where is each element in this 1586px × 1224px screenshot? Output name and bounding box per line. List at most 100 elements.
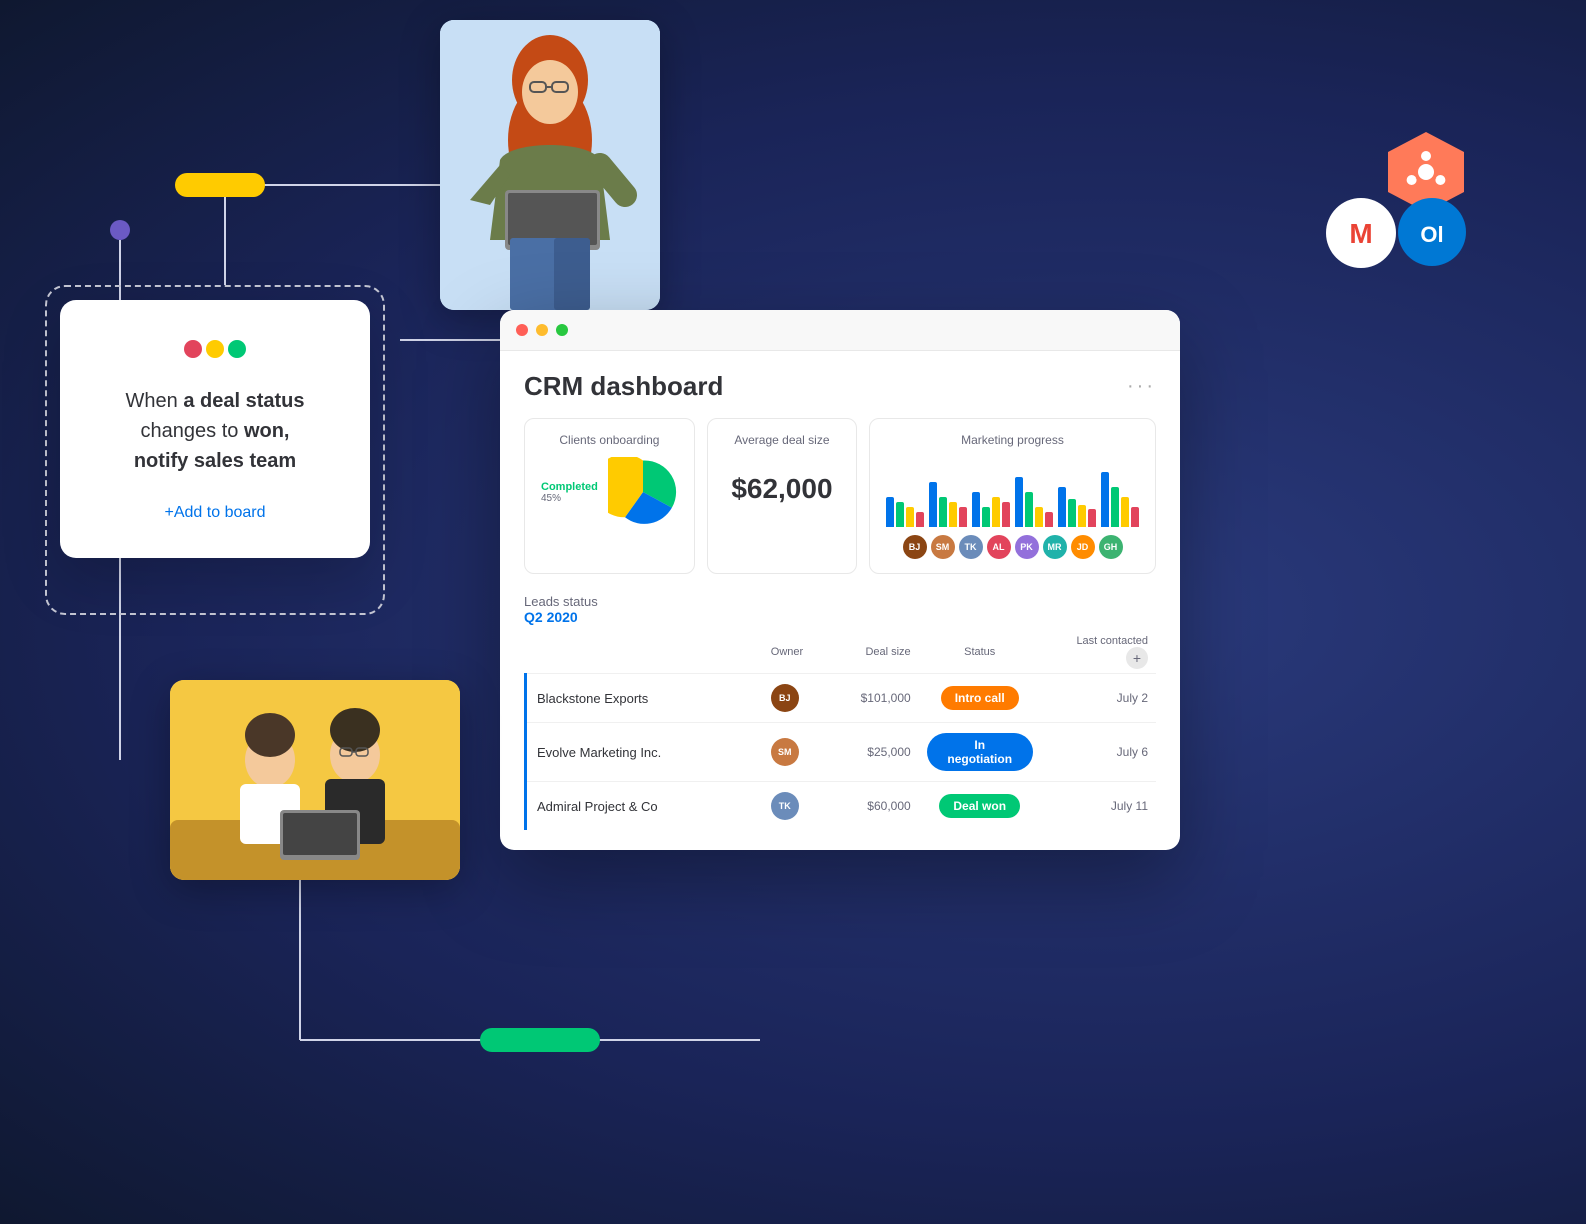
pie-legend-percent: 45% <box>541 493 598 504</box>
woman-figure-placeholder <box>440 20 660 310</box>
crm-title: CRM dashboard <box>524 371 723 402</box>
pie-chart <box>608 457 678 527</box>
logo-dot-red <box>184 340 202 358</box>
bar-segment <box>1131 507 1139 527</box>
stats-row: Clients onboarding Completed 45% <box>524 418 1156 574</box>
woman-photo <box>440 20 660 310</box>
bar-segment <box>1121 497 1129 527</box>
pie-legend-block: Completed 45% <box>541 481 598 504</box>
crm-header: CRM dashboard ··· <box>524 371 1156 402</box>
date-cell: July 2 <box>1041 674 1156 723</box>
avatar-1: BJ <box>903 535 927 559</box>
yellow-pill-connector <box>175 173 265 197</box>
bar-segment <box>896 502 904 527</box>
avatars-row: BJ SM TK AL PK MR JD GH <box>886 535 1139 559</box>
crm-menu-dots[interactable]: ··· <box>1127 375 1156 398</box>
purple-dot-connector <box>110 220 130 240</box>
bar-segment <box>1015 477 1023 527</box>
bar-group <box>886 497 924 527</box>
deal-size-cell: $25,000 <box>831 723 919 782</box>
close-dot <box>516 324 528 336</box>
owner-avatar: TK <box>771 792 799 820</box>
leads-period: Q2 2020 <box>524 609 1156 625</box>
woman-svg <box>440 20 660 310</box>
bar-group <box>929 482 967 527</box>
logo-dot-yellow <box>206 340 224 358</box>
table-row: Evolve Marketing Inc. SM $25,000 In nego… <box>526 723 1157 782</box>
svg-text:M: M <box>1349 218 1372 249</box>
bar-group <box>1101 472 1139 527</box>
bar-segment <box>982 507 990 527</box>
pie-legend-completed: Completed <box>541 481 598 493</box>
col-company <box>526 631 763 674</box>
owner-cell: SM <box>763 723 831 782</box>
bar-segment <box>1111 487 1119 527</box>
leads-section: Leads status Q2 2020 Owner Deal size Sta… <box>524 594 1156 830</box>
status-cell: In negotiation <box>919 723 1041 782</box>
owner-avatar: BJ <box>771 684 799 712</box>
team-photo <box>170 680 460 880</box>
bar-segment <box>929 482 937 527</box>
table-row: Blackstone Exports BJ $101,000 Intro cal… <box>526 674 1157 723</box>
add-to-board-link[interactable]: +Add to board <box>165 504 266 521</box>
bar-group <box>1015 477 1053 527</box>
green-pill-connector <box>480 1028 600 1052</box>
monday-logo <box>96 340 334 358</box>
bar-segment <box>1068 499 1076 527</box>
company-cell: Blackstone Exports <box>526 674 763 723</box>
avatar-3: TK <box>959 535 983 559</box>
bar-segment <box>1002 502 1010 527</box>
leads-header: Leads status Q2 2020 <box>524 594 1156 625</box>
bar-segment <box>949 502 957 527</box>
logo-dot-green <box>228 340 246 358</box>
avatar-5: PK <box>1015 535 1039 559</box>
clients-onboarding-label: Clients onboarding <box>541 433 678 447</box>
avg-deal-label: Average deal size <box>724 433 840 447</box>
status-cell: Intro call <box>919 674 1041 723</box>
crm-window: CRM dashboard ··· Clients onboarding Com… <box>500 310 1180 850</box>
avg-deal-value: $62,000 <box>724 457 840 521</box>
bar-segment <box>916 512 924 527</box>
deal-size-cell: $60,000 <box>831 782 919 831</box>
bar-segment <box>959 507 967 527</box>
integrations-area: M Ol <box>1336 130 1496 290</box>
automation-text: When a deal status changes to won, notif… <box>96 386 334 476</box>
bar-segment <box>939 497 947 527</box>
marketing-bar-chart <box>886 457 1139 527</box>
minimize-dot <box>536 324 548 336</box>
avatar-2: SM <box>931 535 955 559</box>
bar-segment <box>1088 509 1096 527</box>
pie-container: Completed 45% <box>541 457 678 527</box>
status-badge: In negotiation <box>927 733 1033 771</box>
company-cell: Admiral Project & Co <box>526 782 763 831</box>
owner-cell: BJ <box>763 674 831 723</box>
status-badge: Intro call <box>941 686 1019 710</box>
avatar-6: MR <box>1043 535 1067 559</box>
bar-segment <box>1078 505 1086 527</box>
table-row: Admiral Project & Co TK $60,000 Deal won… <box>526 782 1157 831</box>
status-badge: Deal won <box>939 794 1020 818</box>
avatar-8: GH <box>1099 535 1123 559</box>
bar-group <box>1058 487 1096 527</box>
col-status: Status <box>919 631 1041 674</box>
maximize-dot <box>556 324 568 336</box>
add-column-button[interactable]: + <box>1126 647 1148 669</box>
clients-onboarding-card: Clients onboarding Completed 45% <box>524 418 695 574</box>
avatar-4: AL <box>987 535 1011 559</box>
marketing-progress-card: Marketing progress BJ SM TK AL PK MR JD … <box>869 418 1156 574</box>
bar-segment <box>992 497 1000 527</box>
bar-group <box>972 492 1010 527</box>
col-last-contacted: Last contacted + <box>1041 631 1156 674</box>
bar-segment <box>1058 487 1066 527</box>
outlook-icon: Ol <box>1398 198 1466 271</box>
col-owner: Owner <box>763 631 831 674</box>
owner-avatar: SM <box>771 738 799 766</box>
status-cell: Deal won <box>919 782 1041 831</box>
window-titlebar <box>500 310 1180 351</box>
average-deal-size-card: Average deal size $62,000 <box>707 418 857 574</box>
bar-segment <box>1035 507 1043 527</box>
team-svg <box>170 680 460 880</box>
bar-segment <box>1045 512 1053 527</box>
company-cell: Evolve Marketing Inc. <box>526 723 763 782</box>
bar-segment <box>906 507 914 527</box>
